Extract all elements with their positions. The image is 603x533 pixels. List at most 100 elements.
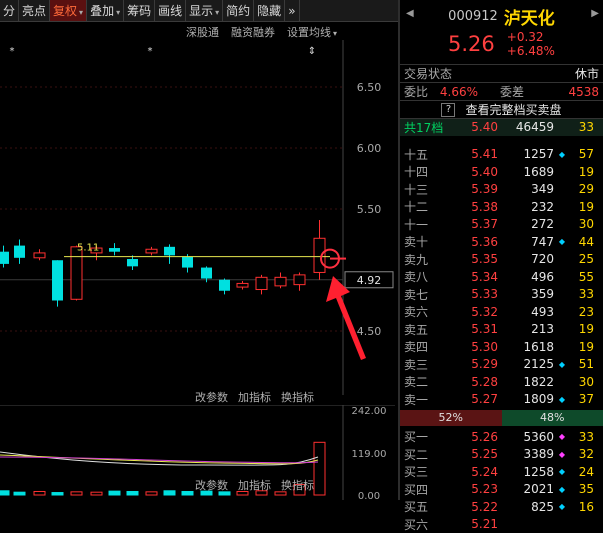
volume-bar [182, 491, 193, 495]
toolbar-item-8[interactable]: 隐藏 [254, 0, 285, 22]
asks-count: 51 [570, 357, 594, 371]
volume-bar [314, 442, 325, 495]
asks-row[interactable]: 卖八5.3449655 [400, 268, 603, 286]
volume-bar [91, 492, 102, 495]
asks-price: 5.32 [450, 305, 498, 319]
volume-bar [34, 491, 45, 495]
toolbar-item-7[interactable]: 简约 [223, 0, 254, 22]
chart-marker: * [148, 46, 153, 57]
stock-name[interactable]: 泸天化 [504, 4, 555, 29]
chart-marker: ⇕ [308, 46, 316, 57]
volume-ma-line [0, 452, 318, 465]
toolbar-item-4[interactable]: 筹码 [124, 0, 155, 22]
indicator-btn-0[interactable]: 改参数 [195, 389, 228, 405]
volume-bar [71, 492, 82, 495]
asks-label: 十四 [404, 163, 450, 180]
next-stock-icon[interactable]: ▶ [591, 8, 599, 19]
diamond-icon: ◆ [554, 150, 570, 159]
bids-row[interactable]: 买四5.232021◆35 [400, 481, 603, 499]
asks-row[interactable]: 卖三5.292125◆51 [400, 356, 603, 374]
asks-count: 29 [570, 182, 594, 196]
asks-row[interactable]: 十一5.3727230 [400, 216, 603, 234]
bids-label: 买二 [404, 446, 450, 463]
asks-row[interactable]: 十二5.3823219 [400, 198, 603, 216]
volume-bar [109, 491, 120, 495]
bids-label: 买一 [404, 428, 450, 445]
double-chevron-right-icon[interactable]: » [285, 0, 299, 22]
asks-volume: 1822 [498, 375, 554, 389]
chart-toolbar: 分亮点复权▾叠加▾筹码画线显示▾简约隐藏» [0, 0, 400, 22]
candlestick-chart[interactable]: 6.506.005.504.504.92**⇕5.11 [0, 40, 395, 395]
asks-volume: 1809 [498, 392, 554, 406]
indicator-btn-1[interactable]: 加指标 [238, 477, 271, 493]
bids-label: 买五 [404, 498, 450, 515]
asks-label: 卖九 [404, 251, 450, 268]
volume-bar [14, 492, 25, 495]
prev-stock-icon[interactable]: ◀ [406, 8, 414, 19]
toolbar-item-3[interactable]: 叠加▾ [87, 0, 124, 22]
chevron-down-icon: ▾ [79, 8, 83, 17]
bids-volume: 1258 [498, 465, 554, 479]
total-price: 5.40 [450, 120, 498, 134]
subbar-item-1[interactable]: 融资融券 [231, 24, 275, 41]
orderbook-summary-row: 共17档 5.40 46459 33 [400, 118, 603, 136]
bids-row[interactable]: 买三5.241258◆24 [400, 463, 603, 481]
diamond-icon: ◆ [554, 395, 570, 404]
asks-label: 卖八 [404, 268, 450, 285]
asks-volume: 272 [498, 217, 554, 231]
toolbar-item-1[interactable]: 亮点 [19, 0, 50, 22]
status-row: 交易状态 休市 [400, 64, 603, 82]
subbar-item-0[interactable]: 深股通 [186, 24, 219, 41]
asks-count: 30 [570, 217, 594, 231]
toolbar-item-6[interactable]: 显示▾ [186, 0, 223, 22]
asks-row[interactable]: 卖二5.28182230 [400, 373, 603, 391]
indicator-btn-2[interactable]: 换指标 [281, 477, 314, 493]
indicator-btn-0[interactable]: 改参数 [195, 477, 228, 493]
candle [52, 260, 63, 306]
asks-label: 卖二 [404, 373, 450, 390]
diamond-icon: ◆ [554, 432, 570, 441]
indicator-controls-bottom: 改参数加指标换指标 [195, 477, 314, 493]
bids-count: 24 [570, 465, 594, 479]
bids-volume: 825 [498, 500, 554, 514]
bids-price: 5.22 [450, 500, 498, 514]
asks-volume: 1689 [498, 165, 554, 179]
asks-row[interactable]: 卖七5.3335933 [400, 286, 603, 304]
quote-panel: ◀ ▶ 000912 泸天化 5.26 +0.32 +6.48% 交易状态 休市… [400, 0, 603, 500]
asks-row[interactable]: 卖四5.30161819 [400, 338, 603, 356]
indicator-btn-1[interactable]: 加指标 [238, 389, 271, 405]
help-icon[interactable]: ? [441, 103, 455, 117]
view-full-orderbook-link[interactable]: 查看完整档买卖盘 [465, 101, 561, 118]
asks-row[interactable]: 十四5.40168919 [400, 163, 603, 181]
subbar-item-2[interactable]: 设置均线▾ [287, 24, 337, 41]
asks-count: 23 [570, 305, 594, 319]
bids-row[interactable]: 买六5.21 [400, 516, 603, 533]
asks-row[interactable]: 十五5.411257◆57 [400, 146, 603, 164]
indicator-btn-2[interactable]: 换指标 [281, 389, 314, 405]
asks-row[interactable]: 卖九5.3572025 [400, 251, 603, 269]
toolbar-item-5[interactable]: 画线 [155, 0, 186, 22]
asks-count: 30 [570, 375, 594, 389]
view-full-row[interactable]: ? 查看完整档买卖盘 [400, 100, 603, 118]
bids-label: 买四 [404, 481, 450, 498]
asks-row[interactable]: 卖十5.36747◆44 [400, 233, 603, 251]
asks-row[interactable]: 卖六5.3249323 [400, 303, 603, 321]
asks-volume: 232 [498, 200, 554, 214]
asks-label: 卖五 [404, 321, 450, 338]
bids-row[interactable]: 买一5.265360◆33 [400, 428, 603, 446]
toolbar-item-0[interactable]: 分 [0, 0, 19, 22]
asks-row[interactable]: 卖五5.3121319 [400, 321, 603, 339]
volume-bar [127, 491, 138, 495]
bids-row[interactable]: 买二5.253389◆32 [400, 446, 603, 464]
asks-count: 19 [570, 165, 594, 179]
ratio-left: 52% [400, 410, 502, 426]
asks-count: 55 [570, 270, 594, 284]
asks-count: 37 [570, 392, 594, 406]
asks-row[interactable]: 十三5.3934929 [400, 181, 603, 199]
ask-levels: 十五5.411257◆57十四5.40168919十三5.3934929十二5.… [400, 146, 603, 409]
asks-label: 卖四 [404, 338, 450, 355]
asks-row[interactable]: 卖一5.271809◆37 [400, 391, 603, 409]
volume-bar [146, 492, 157, 495]
bids-row[interactable]: 买五5.22825◆16 [400, 498, 603, 516]
toolbar-item-2[interactable]: 复权▾ [50, 0, 87, 22]
